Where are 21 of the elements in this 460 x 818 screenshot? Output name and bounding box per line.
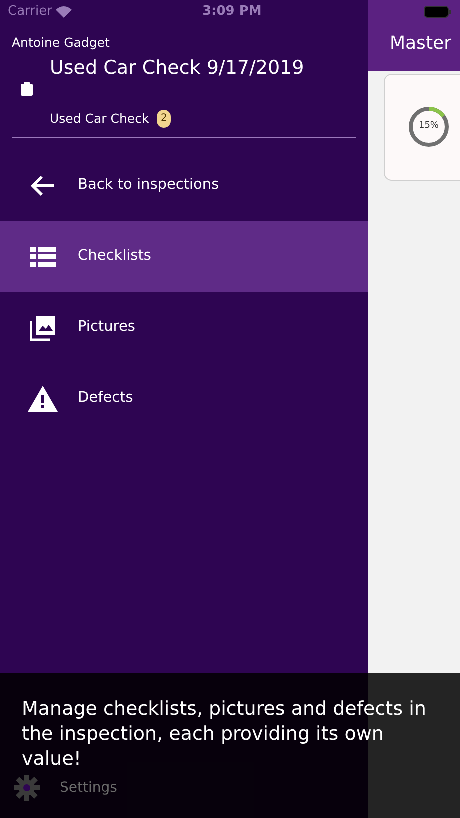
- clipboard-icon: [21, 82, 33, 96]
- inspection-subtitle: Used Car Check: [50, 110, 150, 128]
- menu-item[interactable]: Pictures: [0, 292, 368, 364]
- tooltip-text: Manage checklists, pictures and defects in the inspection, each providing its own value!: [22, 697, 427, 772]
- battery-icon: [424, 6, 452, 18]
- menu-item[interactable]: Defects: [0, 363, 368, 434]
- wifi-icon: [56, 6, 72, 18]
- inspection-title: Used Car Check 9/17/2019: [50, 56, 306, 80]
- user-name: Antoine Gadget: [12, 34, 111, 52]
- warning-icon: [28, 386, 58, 412]
- back-arrow-icon: [30, 174, 56, 197]
- menu-item[interactable]: Checklists: [0, 221, 368, 292]
- master-title: Master: [368, 0, 460, 71]
- status-time: 3:09 PM: [202, 3, 262, 22]
- menu-item[interactable]: Back to inspections: [0, 150, 368, 222]
- count-badge: 2: [157, 110, 172, 128]
- carrier-label: Carrier: [8, 3, 52, 22]
- progress-reading: 15%: [418, 120, 440, 133]
- pictures-icon: [30, 314, 56, 341]
- progress-card[interactable]: 15%: [384, 74, 460, 181]
- list-icon: [30, 246, 56, 267]
